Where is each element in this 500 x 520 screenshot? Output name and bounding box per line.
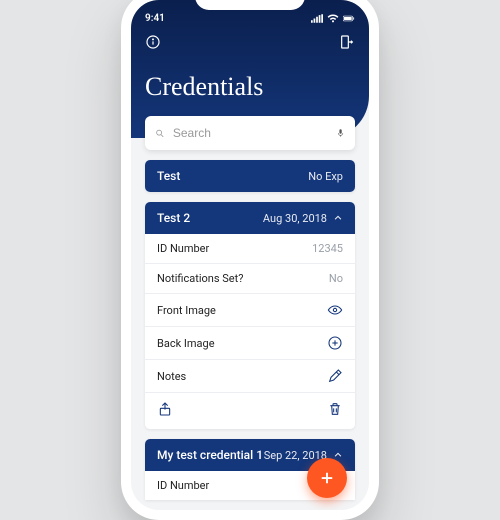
detail-notifications[interactable]: Notifications Set? No [145,264,355,294]
detail-label: Notifications Set? [157,272,243,285]
top-toolbar [145,34,355,54]
chevron-up-icon [333,213,343,223]
phone-notch [195,0,305,10]
battery-icon [343,14,355,23]
search-icon [155,127,165,140]
status-bar: 9:41 [145,8,355,28]
card-header-test[interactable]: Test No Exp [145,160,355,192]
add-circle-icon [327,335,343,351]
page-title: Credentials [145,72,355,102]
wifi-icon [327,14,339,23]
detail-label: ID Number [157,479,209,492]
fab-add-button[interactable] [307,458,347,498]
status-icons [311,14,355,23]
screen: 9:41 Credentials [131,0,369,510]
search-input[interactable] [173,126,328,140]
phone-frame: 9:41 Credentials [121,0,379,520]
eye-icon [327,302,343,318]
detail-label: Notes [157,370,186,383]
signal-icon [311,14,323,23]
card-meta: No Exp [308,170,343,183]
detail-value: 12345 [312,242,343,255]
credential-list: Test No Exp Test 2 Aug 30, 2018 ID Numbe… [131,150,369,500]
detail-notes[interactable]: Notes [145,360,355,393]
card-actions [145,393,355,429]
detail-front-image[interactable]: Front Image [145,294,355,327]
detail-id-number[interactable]: ID Number 12345 [145,234,355,264]
card-name: Test [157,169,180,183]
share-button[interactable] [157,401,173,421]
credential-card-expanded: Test 2 Aug 30, 2018 ID Number 12345 Noti… [145,202,355,429]
info-icon[interactable] [145,34,161,54]
card-header-test2[interactable]: Test 2 Aug 30, 2018 [145,202,355,234]
detail-label: Back Image [157,337,215,350]
card-name: Test 2 [157,211,190,225]
delete-button[interactable] [327,401,343,421]
card-meta: Aug 30, 2018 [263,212,327,225]
mic-icon[interactable] [336,126,345,140]
detail-label: ID Number [157,242,209,255]
detail-back-image[interactable]: Back Image [145,327,355,360]
card-name: My test credential 1 [157,448,263,462]
detail-label: Front Image [157,304,216,317]
credential-card: Test No Exp [145,160,355,192]
search-bar[interactable] [145,116,355,150]
status-time: 9:41 [145,13,165,24]
logout-icon[interactable] [339,34,355,54]
edit-icon [327,368,343,384]
detail-value: No [329,272,343,285]
